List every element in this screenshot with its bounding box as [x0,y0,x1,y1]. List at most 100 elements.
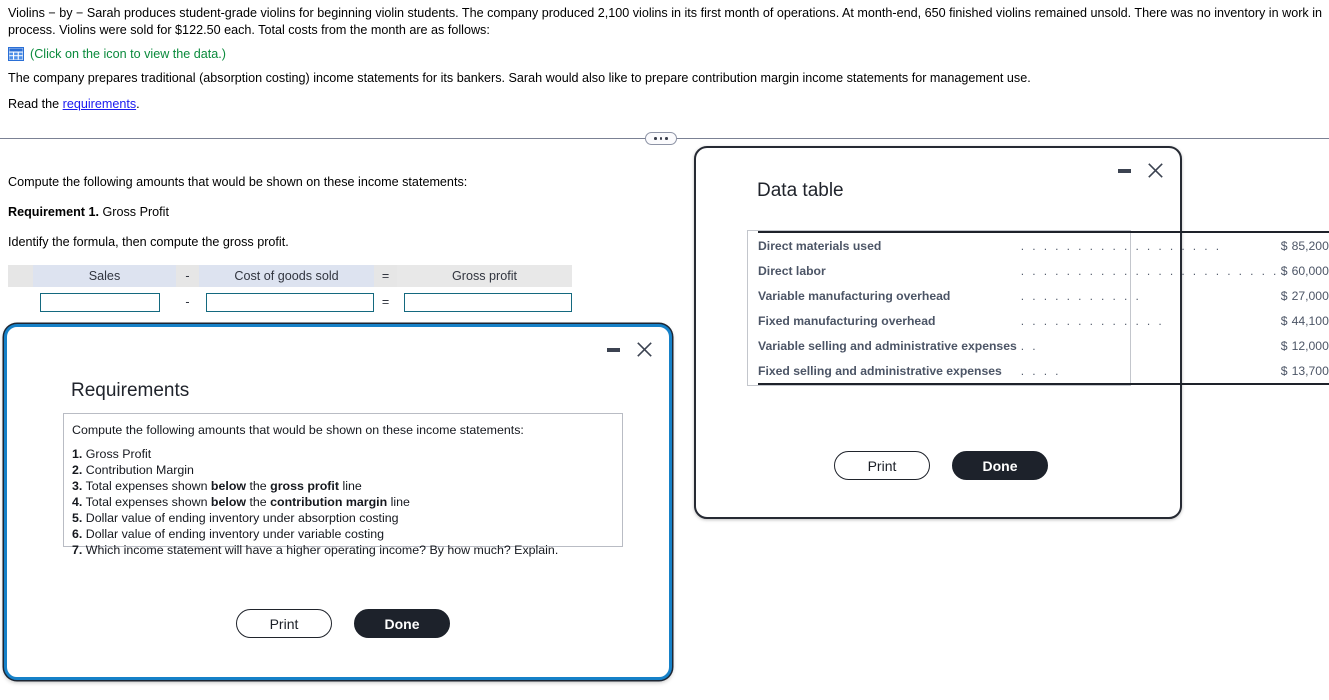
table-grid-icon[interactable] [8,47,24,61]
requirement-item-number: 6. [72,527,83,541]
read-suffix: . [136,97,140,111]
requirement-item-number: 1. [72,447,83,461]
cost-data-table: Direct materials used . . . . . . . . . … [758,231,1329,385]
dot-leader: . . . . . . . . . . . . . . . . . . [1020,238,1222,253]
requirement-item-text: Gross Profit [85,447,152,461]
cost-label: Fixed selling and administrative expense… [758,363,1002,378]
requirement-item-number: 7. [72,543,83,557]
cost-label: Variable selling and administrative expe… [758,338,1017,353]
currency-symbol: $ [1280,288,1288,303]
data-table-dialog-actions: Print Done [834,451,1048,480]
cost-value: 85,200 [1291,238,1329,253]
currency-symbol: $ [1280,313,1288,328]
requirement-item-text: Total expenses shown below the contribut… [85,495,410,509]
requirements-dialog: Requirements Compute the following amoun… [4,324,672,680]
cost-value: 60,000 [1291,263,1329,278]
currency-symbol: $ [1280,238,1288,253]
sales-input-cell [33,287,176,317]
requirement-item-text: Total expenses shown below the gross pro… [85,479,362,493]
formula-input-row: - = [8,287,572,317]
formula-header-row: Sales - Cost of goods sold = Gross profi… [8,265,572,287]
dot-leader: . . . . . . . . . . . [1020,288,1142,303]
problem-paragraph-1: Violins − by − Sarah produces student-gr… [8,6,1322,37]
cost-value: 44,100 [1291,313,1329,328]
formula-prompt: Identify the formula, then compute the g… [8,235,289,249]
ellipsis-dot [654,137,657,140]
worksheet-instruction: Compute the following amounts that would… [8,175,468,189]
requirement-list-item: 6. Dollar value of ending inventory unde… [72,526,614,542]
dot-leader: . . . . . . . . . . . . . . . . . . . . … [1020,263,1279,278]
requirement-item-number: 3. [72,479,83,493]
minimize-icon[interactable] [1118,168,1131,173]
requirement-item-text: Contribution Margin [85,463,194,477]
requirements-done-button[interactable]: Done [354,609,450,638]
worksheet-panel: Compute the following amounts that would… [8,174,668,317]
gross-profit-formula-table: Sales - Cost of goods sold = Gross profi… [8,265,572,317]
ellipsis-dot [665,137,668,140]
requirement-item-number: 2. [72,463,83,477]
problem-paragraph-2: The company prepares traditional (absorp… [8,71,1031,85]
cost-value: 27,000 [1291,288,1329,303]
table-row: Fixed selling and administrative expense… [758,358,1329,384]
formula-header-spacer [8,265,33,287]
table-row: Variable selling and administrative expe… [758,333,1329,358]
gross-profit-input[interactable] [404,292,572,312]
requirements-dialog-actions: Print Done [236,609,450,638]
requirement-item-text: Dollar value of ending inventory under a… [85,511,399,525]
requirement-list-item: 2. Contribution Margin [72,462,614,478]
minimize-icon[interactable] [607,347,620,352]
currency-symbol: $ [1280,338,1288,353]
data-table-dialog-title: Data table [757,180,844,201]
formula-row-spacer [8,287,33,317]
requirements-print-button[interactable]: Print [236,609,332,638]
requirement-item-text: Dollar value of ending inventory under v… [85,527,385,541]
currency-symbol: $ [1280,363,1288,378]
view-data-note[interactable]: (Click on the icon to view the data.) [30,47,226,61]
requirement-heading: Requirement 1. Gross Profit [8,204,668,221]
requirements-link[interactable]: requirements [63,97,137,111]
requirements-window-controls [607,341,653,358]
requirements-intro: Compute the following amounts that would… [72,423,524,437]
row-operator-minus: - [185,295,190,309]
formula-header-operator-equals: = [374,265,397,287]
requirement-item-text: Which income statement will have a highe… [85,543,559,557]
cost-of-goods-sold-input[interactable] [206,292,374,312]
formula-header-gross-profit: Gross profit [397,265,572,287]
data-table-done-button[interactable]: Done [952,451,1048,480]
close-icon[interactable] [636,341,653,358]
read-requirements-line: Read the requirements. [8,96,1322,113]
requirement-list-item: 5. Dollar value of ending inventory unde… [72,510,614,526]
data-table-print-button[interactable]: Print [834,451,930,480]
data-icon-row: (Click on the icon to view the data.) [8,47,1322,61]
cost-label: Direct materials used [758,238,882,253]
cost-label: Fixed manufacturing overhead [758,313,936,328]
table-row: Direct labor . . . . . . . . . . . . . .… [758,258,1329,283]
formula-header-sales: Sales [33,265,176,287]
requirement-list-item: 4. Total expenses shown below the contri… [72,494,614,510]
dot-leader: . . . . . . . . . . . . . [1020,313,1165,328]
sales-input[interactable] [40,292,160,312]
requirements-dialog-title: Requirements [71,380,190,401]
requirement-list-item: 1. Gross Profit [72,446,614,462]
close-icon[interactable] [1147,162,1164,179]
requirement-list-item: 3. Total expenses shown below the gross … [72,478,614,494]
gross-profit-input-cell [397,287,572,317]
cost-value: 12,000 [1291,338,1329,353]
row-operator-equals: = [381,295,390,309]
section-divider [0,132,1329,145]
cogs-input-cell [199,287,374,317]
ellipsis-dot [659,137,663,140]
data-table-dialog: Data table Direct materials used . . . .… [694,146,1329,519]
data-table-window-controls [1118,162,1164,179]
dot-leader: . . . . [1020,363,1061,378]
data-table-content-box: Direct materials used . . . . . . . . . … [747,230,1329,386]
problem-statement: Violins − by − Sarah produces student-gr… [8,5,1322,113]
requirement-list-item: 7. Which income statement will have a hi… [72,542,614,558]
requirement-item-number: 5. [72,511,83,525]
table-row: Variable manufacturing overhead . . . . … [758,283,1329,308]
cost-label: Variable manufacturing overhead [758,288,951,303]
cost-value: 13,700 [1291,363,1329,378]
ellipsis-icon[interactable] [645,132,677,145]
currency-symbol: $ [1280,263,1288,278]
table-row: Fixed manufacturing overhead . . . . . .… [758,308,1329,333]
